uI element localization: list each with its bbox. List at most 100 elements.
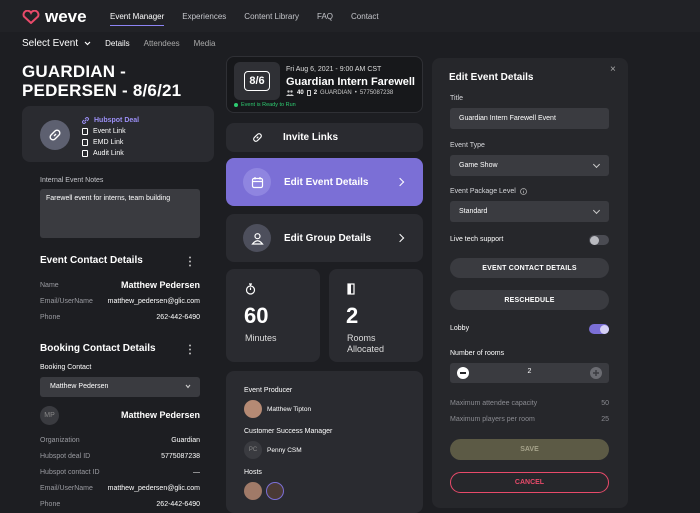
hubspot-contact-label: Hubspot contact ID — [40, 468, 100, 476]
capacity-row: Maximum attendee capacity 50 — [450, 400, 609, 407]
emd-link[interactable]: EMD Link — [82, 137, 139, 147]
producer-name: Matthew Tipton — [267, 406, 312, 413]
audit-link[interactable]: Audit Link — [82, 148, 139, 158]
live-support-toggle[interactable] — [589, 235, 609, 245]
org-value: Guardian — [171, 436, 200, 444]
nav-faq[interactable]: FAQ — [317, 12, 333, 26]
hubspot-contact-row: Hubspot contact ID — — [40, 464, 200, 480]
players-row: Maximum players per room 25 — [450, 416, 609, 423]
room-count: 2 — [313, 90, 318, 96]
minutes-label: Minutes — [245, 333, 277, 343]
event-type-value: Game Show — [459, 162, 498, 169]
cancel-button[interactable]: CANCEL — [450, 472, 609, 493]
deal-row: Hubspot deal ID 5775087238 — [40, 448, 200, 464]
contact-name-row: Name Matthew Pedersen — [40, 277, 200, 293]
notes-label: Internal Event Notes — [40, 177, 104, 184]
date-badge: 8/6 — [234, 62, 280, 100]
chevron-down-icon — [592, 160, 601, 169]
rooms-stepper[interactable]: 2 — [450, 363, 609, 383]
edit-event-details-button[interactable]: Edit Event Details — [226, 158, 423, 206]
close-icon[interactable]: × — [610, 64, 616, 75]
event-link-label: Event Link — [93, 127, 126, 135]
phone-label: Phone — [40, 313, 61, 321]
plus-icon[interactable] — [590, 367, 602, 379]
tab-attendees[interactable]: Attendees — [144, 39, 180, 48]
event-contact-heading: Event Contact Details — [40, 255, 143, 266]
door-icon — [347, 283, 355, 295]
save-button[interactable]: SAVE — [450, 439, 609, 460]
live-support-label: Live tech support — [450, 236, 504, 243]
rooms-label: Rooms Allocated — [347, 333, 385, 354]
deal-label: Hubspot deal ID — [40, 452, 91, 460]
invite-links-button[interactable]: Invite Links — [226, 123, 423, 152]
weve-logo[interactable]: weve — [22, 7, 87, 27]
contact-name: Matthew Pedersen — [120, 280, 200, 290]
nav-content-library[interactable]: Content Library — [244, 12, 299, 26]
host-avatar — [244, 482, 262, 500]
main-nav: Event Manager Experiences Content Librar… — [110, 12, 379, 26]
booking-email-label: Email/UserName — [40, 484, 93, 492]
rooms-value: 2 — [346, 303, 359, 328]
event-meta: 40 2 GUARDIAN • 5775087238 — [286, 90, 393, 96]
event-contact-details-button[interactable]: EVENT CONTACT DETAILS — [450, 258, 609, 278]
email-label: Email/UserName — [40, 297, 93, 305]
tab-details[interactable]: Details — [105, 39, 129, 48]
id-separator: • — [354, 90, 357, 96]
name-label: Name — [40, 281, 59, 289]
players-value: 25 — [601, 416, 609, 423]
contact-email: matthew_pedersen@glic.com — [107, 297, 200, 305]
select-event-label: Select Event — [22, 38, 79, 49]
event-type-label: Event Type — [450, 142, 485, 149]
nav-contact[interactable]: Contact — [351, 12, 379, 26]
package-label: Event Package Level — [450, 188, 516, 195]
booking-contact-name: Matthew Pedersen — [120, 410, 200, 420]
audit-link-label: Audit Link — [93, 149, 124, 157]
notes-field[interactable]: Farewell event for interns, team buildin… — [40, 189, 200, 238]
contact-phone-row: Phone 262-442-6490 — [40, 309, 200, 325]
reschedule-button[interactable]: RESCHEDULE — [450, 290, 609, 310]
event-link[interactable]: Event Link — [82, 126, 139, 136]
booking-contact-value: Matthew Pedersen — [50, 383, 109, 390]
chevron-right-icon — [395, 233, 405, 243]
title-input[interactable]: Guardian Intern Farewell Event — [450, 108, 609, 129]
nav-experiences[interactable]: Experiences — [182, 12, 226, 26]
booking-contact-select[interactable]: Matthew Pedersen — [40, 377, 200, 397]
event-contact-info: Name Matthew Pedersen Email/UserName matth… — [40, 277, 200, 325]
event-name: Guardian Intern Farewell — [286, 76, 415, 88]
booking-avatar: MP — [40, 406, 59, 425]
booking-email-row: Email/UserName matthew_pedersen@glic.com — [40, 480, 200, 496]
more-vert-icon[interactable] — [188, 254, 192, 272]
org-row: Organization Guardian — [40, 432, 200, 448]
booking-phone-row: Phone 262-442-6490 — [40, 496, 200, 512]
sub-nav: Select Event Details Attendees Media — [22, 38, 215, 49]
link-icon — [40, 120, 70, 150]
producer-label: Event Producer — [244, 387, 293, 394]
hosts-label: Hosts — [244, 469, 262, 476]
booking-contact-info: Organization Guardian Hubspot deal ID 5775… — [40, 432, 200, 512]
tab-media[interactable]: Media — [194, 39, 216, 48]
event-type-select[interactable]: Game Show — [450, 155, 609, 176]
status-badge: Event is Ready to Run — [234, 102, 296, 108]
chevron-down-icon — [185, 384, 191, 389]
hubspot-deal-link[interactable]: Hubspot Deal — [82, 115, 139, 125]
edit-group-details-button[interactable]: Edit Group Details — [226, 214, 423, 262]
lobby-toggle[interactable] — [589, 324, 609, 334]
package-label-row: Event Package Level — [450, 188, 527, 195]
nav-event-manager[interactable]: Event Manager — [110, 12, 165, 26]
select-event-dropdown[interactable]: Select Event — [22, 38, 91, 49]
rooms-count-label: Number of rooms — [450, 350, 505, 357]
status-dot-icon — [234, 103, 238, 107]
page-title: GUARDIAN - PEDERSEN - 8/6/21 — [22, 62, 182, 100]
info-icon[interactable] — [519, 188, 527, 195]
producer-avatar — [244, 400, 262, 418]
package-value: Standard — [459, 208, 488, 215]
org-code: GUARDIAN — [320, 90, 352, 96]
user-icon — [243, 224, 271, 252]
contact-email-row: Email/UserName matthew_pedersen@glic.com — [40, 293, 200, 309]
booking-contact-label: Booking Contact — [40, 364, 92, 371]
contact-phone: 262-442-6490 — [156, 313, 200, 321]
duration-card — [226, 269, 320, 362]
package-select[interactable]: Standard — [450, 201, 609, 222]
more-vert-icon[interactable] — [188, 342, 192, 360]
id-code: 5775087238 — [359, 90, 394, 96]
